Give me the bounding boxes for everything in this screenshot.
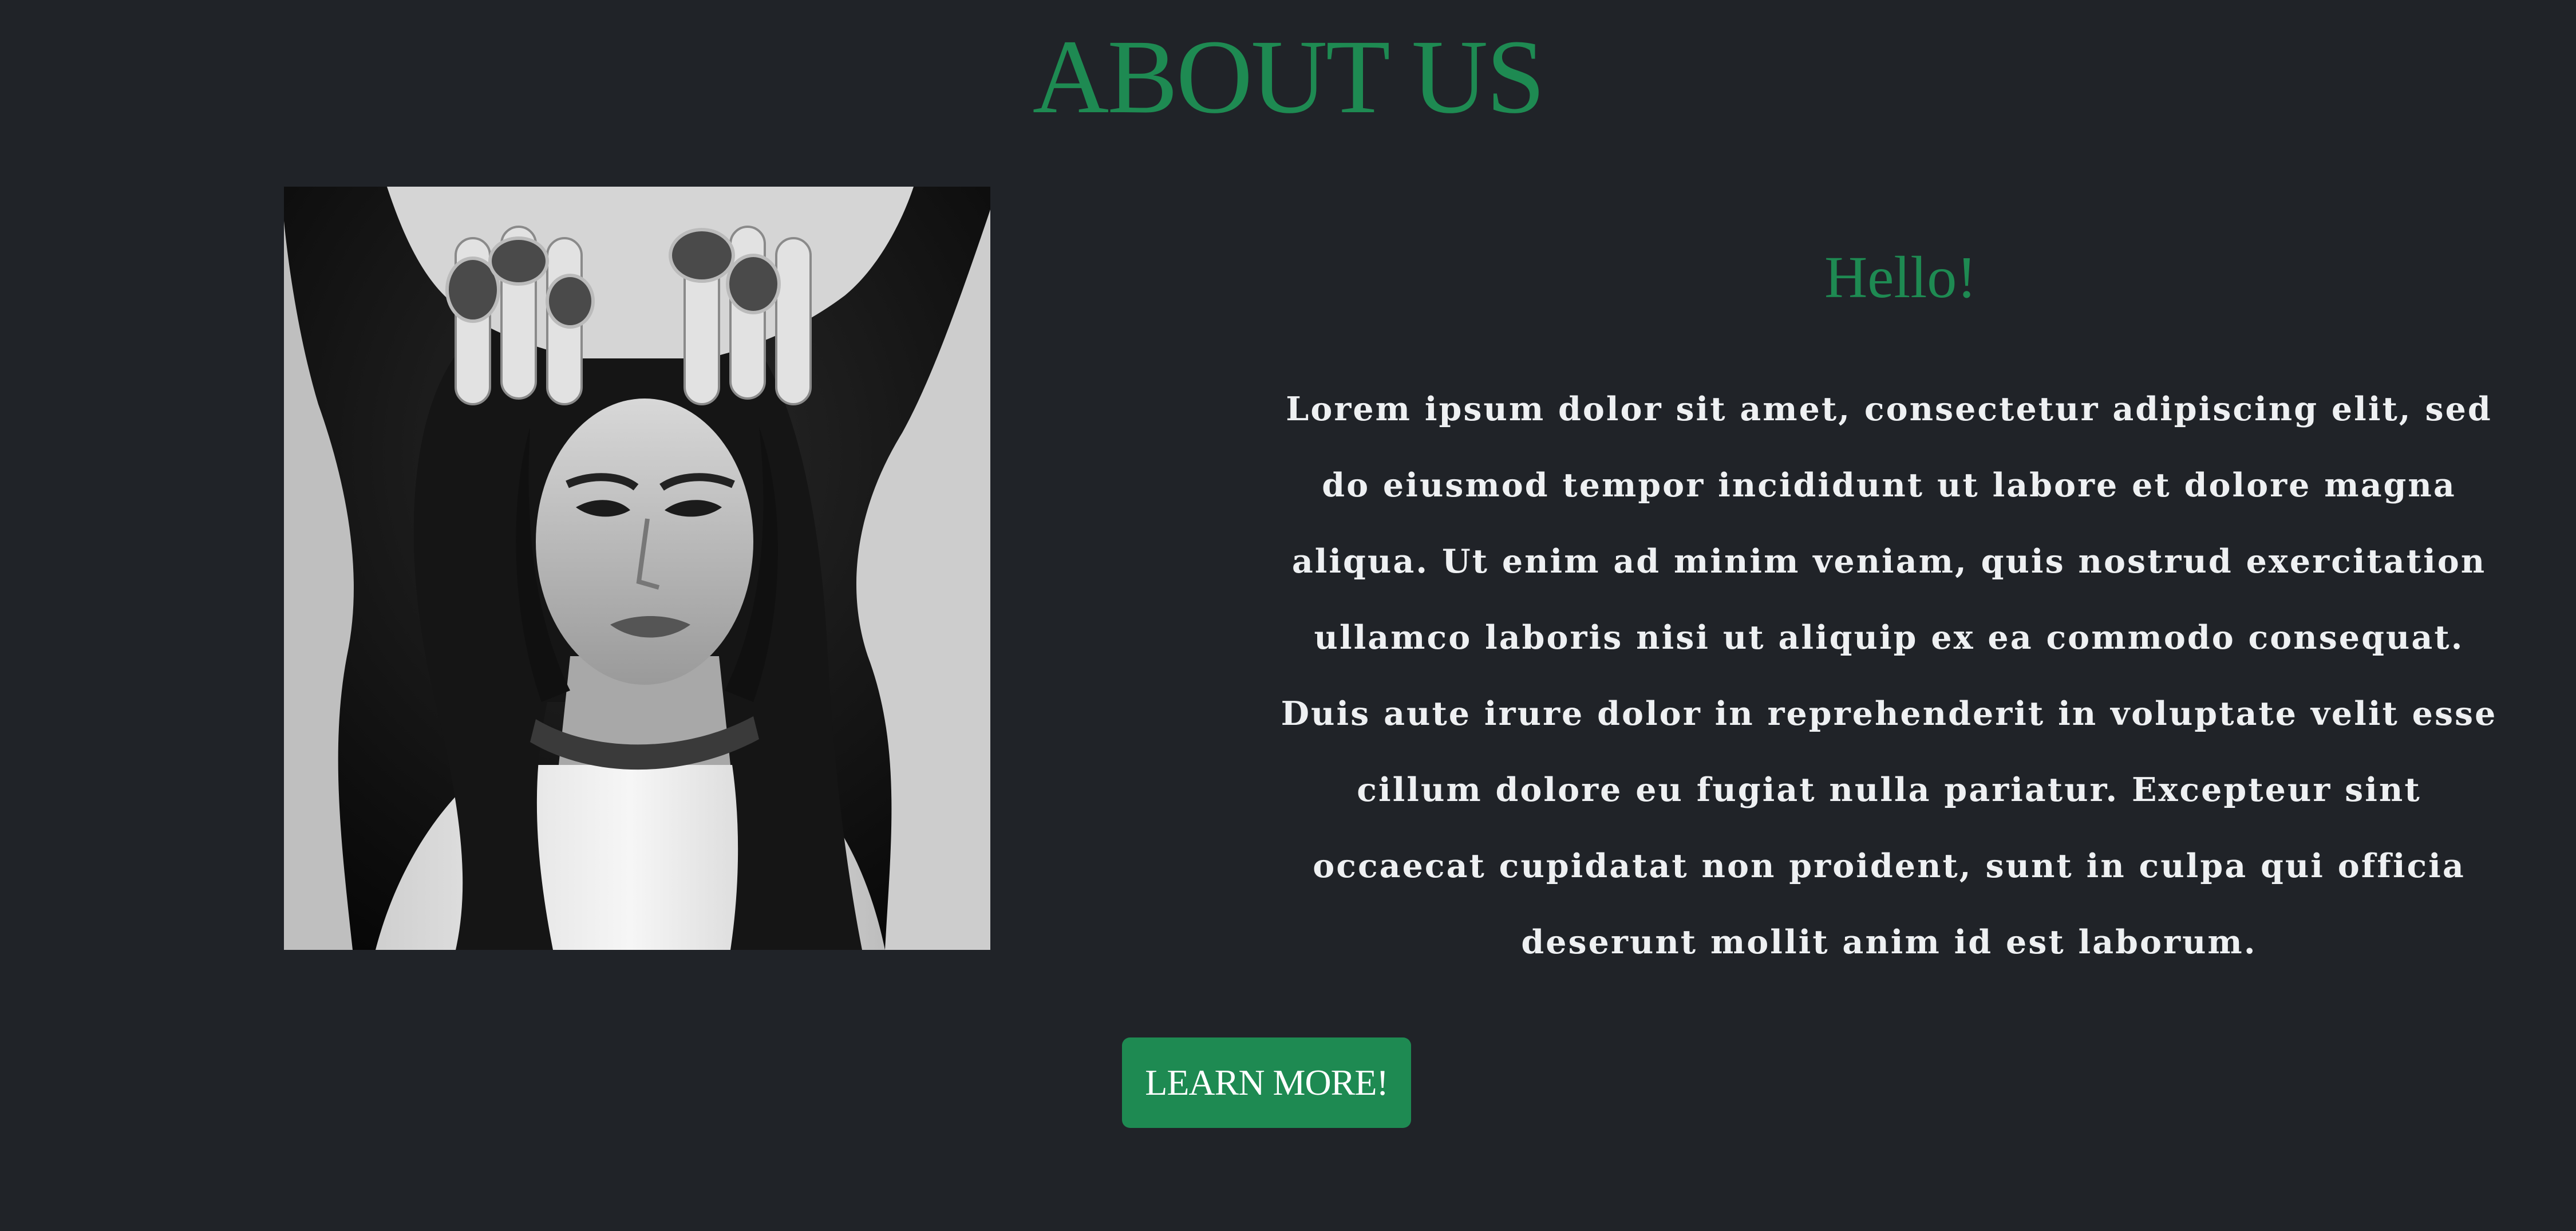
hello-heading: Hello!	[1824, 244, 1977, 310]
about-section: ABOUT US Hello! Lorem ipsum dolor sit am…	[0, 0, 2576, 1231]
learn-more-button[interactable]: LEARN MORE!	[1122, 1037, 1411, 1128]
section-title: ABOUT US	[1032, 18, 1546, 136]
about-paragraph: Lorem ipsum dolor sit amet, consectetur …	[1281, 390, 2498, 961]
portrait-photo	[284, 187, 990, 950]
